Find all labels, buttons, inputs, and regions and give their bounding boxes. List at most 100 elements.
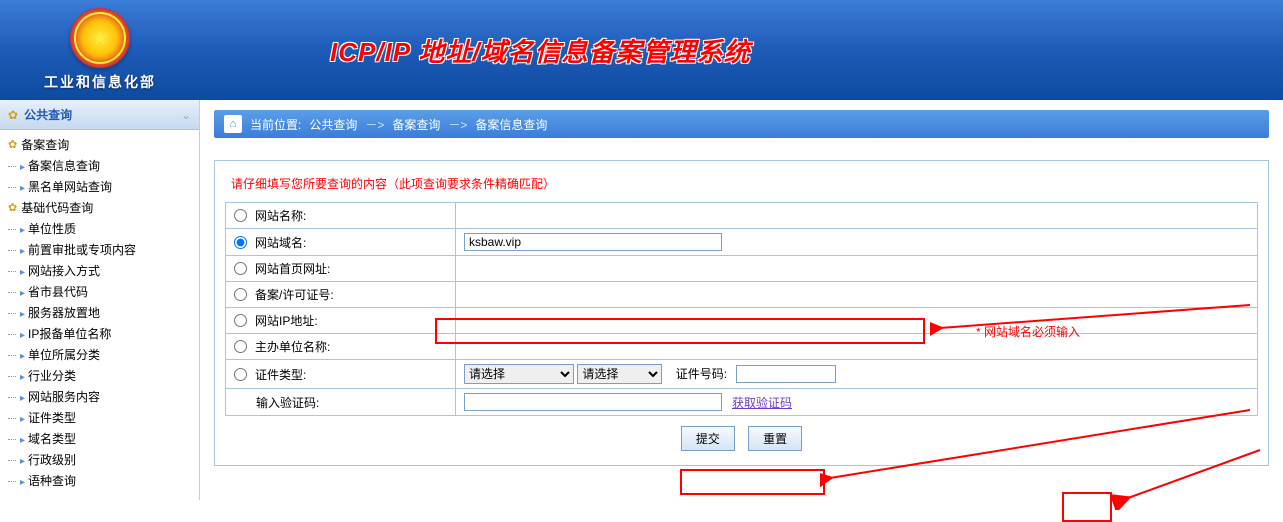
annotation-box-submit bbox=[1062, 492, 1112, 522]
sidebar-link[interactable]: IP报备单位名称 bbox=[28, 327, 111, 341]
breadcrumb-sep: －> bbox=[448, 116, 467, 133]
label-site-name: 网站名称: bbox=[255, 207, 306, 224]
label-captcha: 输入验证码: bbox=[256, 394, 319, 411]
sidebar-item[interactable]: ▸备案信息查询 bbox=[8, 155, 199, 176]
sidebar-nav-list: ✿备案查询▸备案信息查询▸黑名单网站查询✿基础代码查询▸单位性质▸前置审批或专项… bbox=[0, 130, 199, 495]
breadcrumb-sep: －> bbox=[365, 116, 384, 133]
sidebar-link[interactable]: 行业分类 bbox=[28, 369, 76, 383]
sidebar-link[interactable]: 网站服务内容 bbox=[28, 390, 100, 404]
radio-ip[interactable] bbox=[234, 314, 247, 327]
label-homepage: 网站首页网址: bbox=[255, 260, 330, 277]
sidebar-item[interactable]: ▸单位性质 bbox=[8, 218, 199, 239]
breadcrumb-item[interactable]: 备案信息查询 bbox=[475, 116, 547, 133]
select-cert-type-2[interactable]: 请选择 bbox=[577, 364, 662, 384]
row-homepage: 网站首页网址: bbox=[226, 256, 1258, 282]
sidebar-item[interactable]: ▸网站服务内容 bbox=[8, 386, 199, 407]
sidebar-link[interactable]: 备案信息查询 bbox=[28, 159, 100, 173]
system-title: ICP/IP 地址/域名信息备案管理系统 bbox=[330, 32, 751, 69]
row-captcha: 输入验证码: 获取验证码 bbox=[226, 389, 1258, 416]
select-cert-type-1[interactable]: 请选择 bbox=[464, 364, 574, 384]
sidebar-group[interactable]: ✿ 备案查询 bbox=[8, 134, 199, 155]
annotation-box-captcha bbox=[680, 469, 825, 495]
sidebar-item[interactable]: ▸省市县代码 bbox=[8, 281, 199, 302]
sidebar-link[interactable]: 证件类型 bbox=[28, 411, 76, 425]
sidebar: ✿ 公共查询 ⌄ ✿备案查询▸备案信息查询▸黑名单网站查询✿基础代码查询▸单位性… bbox=[0, 100, 200, 500]
folder-icon: ✿ bbox=[8, 138, 17, 151]
reset-button[interactable]: 重置 bbox=[748, 426, 802, 451]
department-name: 工业和信息化部 bbox=[0, 72, 200, 92]
page-icon: ▸ bbox=[20, 372, 25, 383]
folder-icon: ✿ bbox=[8, 201, 17, 214]
sidebar-item[interactable]: ▸域名类型 bbox=[8, 428, 199, 449]
page-icon: ▸ bbox=[20, 393, 25, 404]
row-site-name: 网站名称: bbox=[226, 203, 1258, 229]
radio-cert-type[interactable] bbox=[234, 368, 247, 381]
sidebar-link[interactable]: 语种查询 bbox=[28, 474, 76, 488]
breadcrumb: ⌂ 当前位置: 公共查询 －> 备案查询 －> 备案信息查询 bbox=[214, 110, 1269, 138]
sidebar-item[interactable]: ▸行业分类 bbox=[8, 365, 199, 386]
input-captcha[interactable] bbox=[464, 393, 722, 411]
breadcrumb-item[interactable]: 备案查询 bbox=[392, 116, 440, 133]
get-captcha-link[interactable]: 获取验证码 bbox=[732, 394, 792, 411]
sidebar-link[interactable]: 单位所属分类 bbox=[28, 348, 100, 362]
sidebar-link[interactable]: 单位性质 bbox=[28, 222, 76, 236]
sidebar-link[interactable]: 省市县代码 bbox=[28, 285, 88, 299]
page-icon: ▸ bbox=[20, 225, 25, 236]
row-sponsor: 主办单位名称: bbox=[226, 334, 1258, 360]
sidebar-item[interactable]: ▸黑名单网站查询 bbox=[8, 176, 199, 197]
chevron-down-icon: ⌄ bbox=[181, 108, 191, 122]
label-ip: 网站IP地址: bbox=[255, 312, 318, 329]
sidebar-link[interactable]: 前置审批或专项内容 bbox=[28, 243, 136, 257]
sidebar-link[interactable]: 行政级别 bbox=[28, 453, 76, 467]
page-icon: ▸ bbox=[20, 330, 25, 341]
national-emblem-icon bbox=[70, 8, 130, 68]
sidebar-item[interactable]: ▸服务器放置地 bbox=[8, 302, 199, 323]
input-cert-no[interactable] bbox=[736, 365, 836, 383]
sidebar-link[interactable]: 黑名单网站查询 bbox=[28, 180, 112, 194]
sidebar-item[interactable]: ▸语种查询 bbox=[8, 470, 199, 491]
submit-button[interactable]: 提交 bbox=[681, 426, 735, 451]
page-icon: ▸ bbox=[20, 477, 25, 488]
home-icon: ⌂ bbox=[224, 115, 242, 133]
radio-license[interactable] bbox=[234, 288, 247, 301]
sidebar-link[interactable]: 域名类型 bbox=[28, 432, 76, 446]
radio-homepage[interactable] bbox=[234, 262, 247, 275]
sidebar-item[interactable]: ▸证件类型 bbox=[8, 407, 199, 428]
input-domain[interactable] bbox=[464, 233, 722, 251]
row-domain: 网站域名: bbox=[226, 229, 1258, 256]
page-icon: ▸ bbox=[20, 456, 25, 467]
sidebar-item[interactable]: ▸前置审批或专项内容 bbox=[8, 239, 199, 260]
page-icon: ▸ bbox=[20, 162, 25, 173]
page-icon: ▸ bbox=[20, 351, 25, 362]
label-license: 备案/许可证号: bbox=[255, 286, 334, 303]
row-ip: 网站IP地址: bbox=[226, 308, 1258, 334]
label-cert-no: 证件号码: bbox=[676, 367, 727, 381]
sidebar-link[interactable]: 网站接入方式 bbox=[28, 264, 100, 278]
radio-sponsor[interactable] bbox=[234, 340, 247, 353]
page-icon: ▸ bbox=[20, 267, 25, 278]
sidebar-item[interactable]: ▸IP报备单位名称 bbox=[8, 323, 199, 344]
main-content: ⌂ 当前位置: 公共查询 －> 备案查询 －> 备案信息查询 请仔细填写您所要查… bbox=[200, 100, 1283, 500]
form-instruction: 请仔细填写您所要查询的内容（此项查询要求条件精确匹配） bbox=[225, 167, 1258, 202]
page-icon: ▸ bbox=[20, 246, 25, 257]
sidebar-item[interactable]: ▸网站接入方式 bbox=[8, 260, 199, 281]
sidebar-link[interactable]: 服务器放置地 bbox=[28, 306, 100, 320]
breadcrumb-item[interactable]: 公共查询 bbox=[309, 116, 357, 133]
page-icon: ▸ bbox=[20, 183, 25, 194]
required-note: * 网站域名必须输入 bbox=[976, 323, 1080, 340]
breadcrumb-prefix: 当前位置: bbox=[250, 116, 301, 133]
sidebar-group[interactable]: ✿基础代码查询 bbox=[8, 197, 199, 218]
label-cert-type: 证件类型: bbox=[255, 366, 306, 383]
label-domain: 网站域名: bbox=[255, 234, 306, 251]
label-sponsor: 主办单位名称: bbox=[255, 338, 330, 355]
app-header: 工业和信息化部 ICP/IP 地址/域名信息备案管理系统 bbox=[0, 0, 1283, 100]
button-row: 提交 重置 bbox=[225, 416, 1258, 451]
sidebar-item[interactable]: ▸行政级别 bbox=[8, 449, 199, 470]
radio-site-name[interactable] bbox=[234, 209, 247, 222]
query-form-panel: 请仔细填写您所要查询的内容（此项查询要求条件精确匹配） 网站名称: 网站域名: … bbox=[214, 160, 1269, 466]
sidebar-group-label: 备案查询 bbox=[21, 136, 69, 153]
radio-domain[interactable] bbox=[234, 236, 247, 249]
sidebar-item[interactable]: ▸单位所属分类 bbox=[8, 344, 199, 365]
row-license: 备案/许可证号: bbox=[226, 282, 1258, 308]
sidebar-category-header[interactable]: ✿ 公共查询 ⌄ bbox=[0, 100, 199, 130]
